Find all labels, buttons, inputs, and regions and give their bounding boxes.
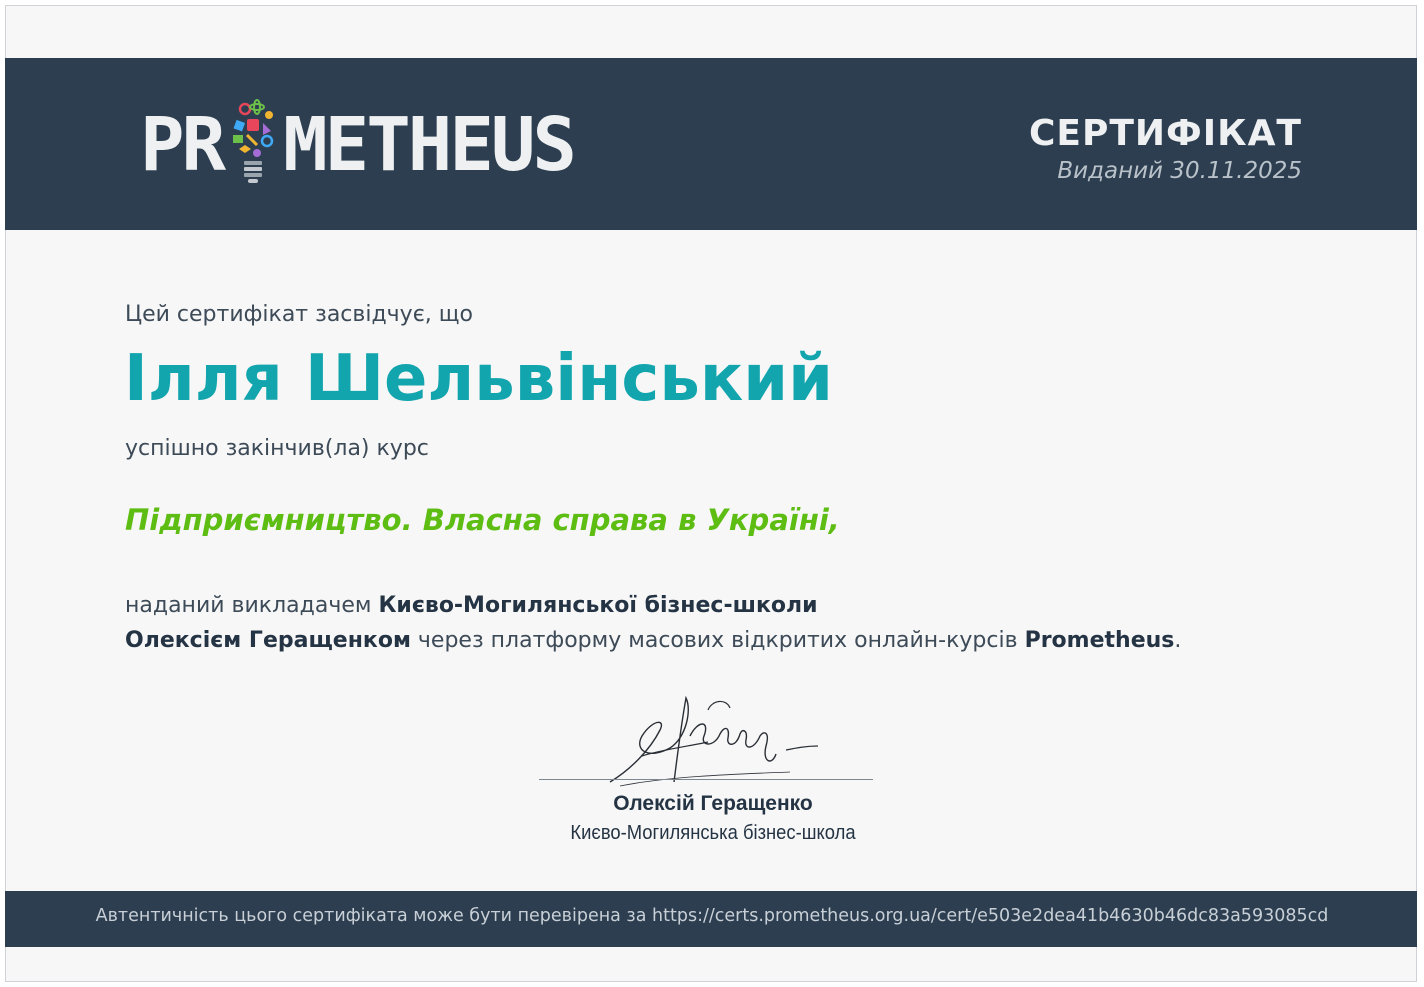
- logo-text-left: PR: [140, 102, 226, 188]
- platform-name: Prometheus: [1024, 628, 1175, 653]
- certificate-title: СЕРТИФІКАТ: [1028, 113, 1302, 154]
- provided-prefix: наданий викладачем: [125, 593, 379, 618]
- completed-text: успішно закінчив(ла) курс: [125, 436, 429, 461]
- issue-date: Виданий 30.11.2025: [1057, 158, 1302, 184]
- recipient-name: Ілля Шельвінський: [124, 342, 833, 416]
- logo-text-right: METHEUS: [283, 102, 577, 188]
- signatory-name: Олексій Геращенко: [613, 792, 813, 815]
- signature-line: [539, 779, 873, 780]
- via-platform-text: через платформу масових відкритих онлайн…: [410, 628, 1025, 653]
- verification-text: Автентичність цього сертифіката може бут…: [95, 906, 1329, 926]
- lightbulb-icon: [228, 99, 278, 183]
- prometheus-logo: PR METHEUS: [140, 95, 577, 195]
- period: .: [1174, 628, 1182, 653]
- signatory-organization: Києво-Могилянська бізнес-школа: [570, 822, 856, 844]
- provided-statement: наданий викладачем Києво-Могилянської бі…: [125, 588, 1305, 658]
- course-title: Підприємництво. Власна справа в Україні,: [125, 503, 840, 537]
- handwritten-signature: [609, 695, 819, 787]
- institution-name: Києво-Могилянської бізнес-школи: [378, 593, 818, 618]
- intro-text: Цей сертифікат засвідчує, що: [125, 302, 473, 327]
- instructor-name: Олексієм Геращенком: [125, 628, 411, 653]
